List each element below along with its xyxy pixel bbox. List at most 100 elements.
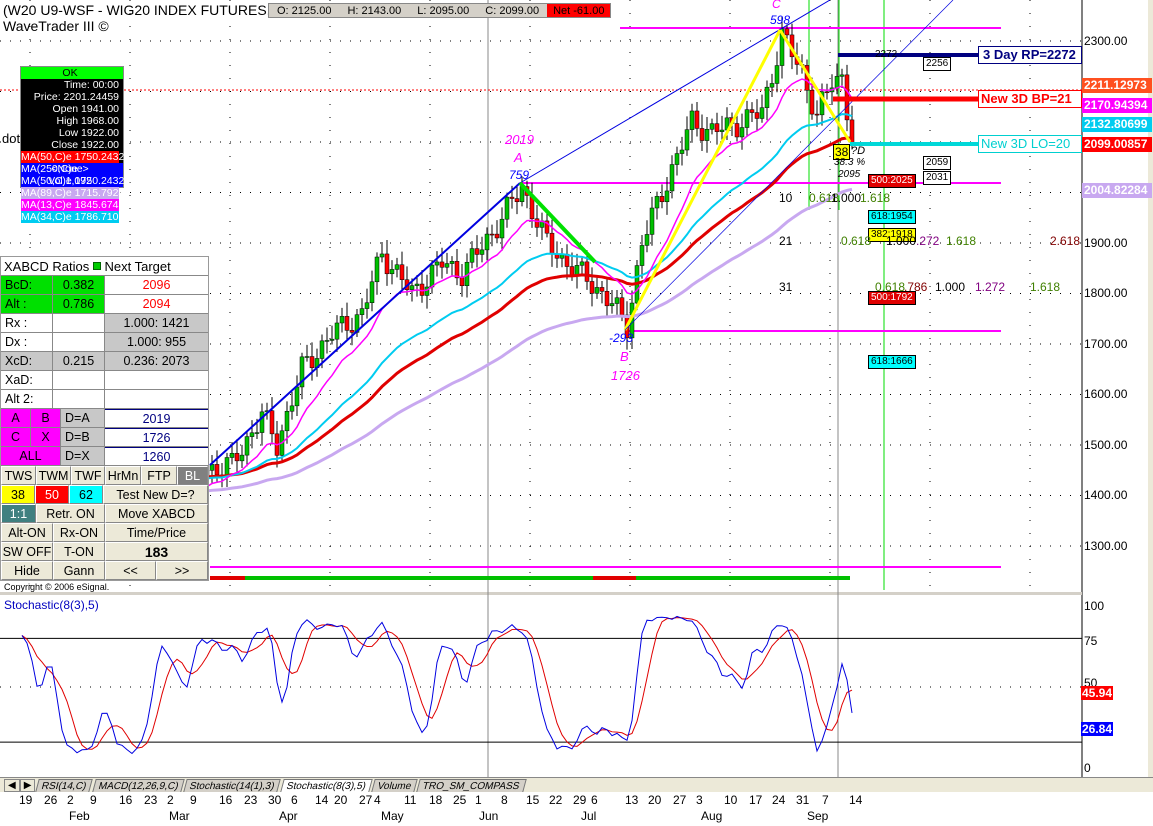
test-new-d-button[interactable]: Test New D=? — [103, 485, 208, 504]
candle — [229, 453, 235, 458]
d-percent: 38.3 % — [834, 157, 866, 168]
tab-scroll-right-icon[interactable]: ▶ — [19, 778, 36, 792]
trend-line-xa — [209, 182, 521, 466]
previous-button[interactable]: << — [105, 561, 156, 580]
candle — [594, 287, 600, 294]
stoch-k-value: 26.84 — [1081, 722, 1114, 736]
point-a-button[interactable]: A — [1, 409, 31, 427]
candle — [214, 464, 220, 476]
bp-level-label: New 3D BP=21 — [978, 90, 1082, 108]
candle — [739, 127, 745, 138]
stoch-axis-75: 75 — [1084, 634, 1098, 648]
ma89-price-tag: 2004.82284 — [1082, 183, 1152, 198]
fib-50-button[interactable]: 50 — [35, 485, 69, 504]
candle — [704, 128, 710, 141]
sw-toggle[interactable]: SW OFF — [1, 542, 53, 561]
candle — [694, 110, 700, 129]
month-label: Feb — [69, 809, 90, 823]
ftp-button[interactable]: FTP — [141, 466, 177, 485]
t-toggle[interactable]: T-ON — [53, 542, 105, 561]
one-to-one-button[interactable]: 1:1 — [1, 504, 36, 523]
point-x-button[interactable]: X — [31, 428, 61, 446]
point-b-button[interactable]: B — [31, 409, 61, 427]
move-xabcd-button[interactable]: Move XABCD — [105, 504, 208, 523]
candle — [389, 269, 395, 275]
point-row: ALL D=X 1260 — [1, 447, 208, 466]
candle — [429, 264, 435, 288]
net-change: Net -61.00 — [547, 4, 611, 17]
candle — [289, 405, 295, 412]
ma-row: MA(50,C)e 1750.24328 — [21, 151, 131, 163]
bl-button[interactable]: BL — [177, 466, 208, 485]
rx-toggle[interactable]: Rx-ON — [53, 523, 105, 542]
tab-volume[interactable]: Volume — [370, 778, 418, 792]
hide-button[interactable]: Hide — [1, 561, 53, 580]
trend-strip-red — [210, 576, 245, 580]
candle — [669, 164, 675, 192]
candle — [349, 330, 355, 333]
axis-1800: 1800.00 — [1084, 286, 1128, 300]
candle — [614, 297, 620, 304]
ratio-value — [53, 333, 105, 351]
low-value: L: 2095.00 — [417, 4, 470, 17]
point-all-button[interactable]: ALL — [1, 447, 61, 465]
tab-rsi[interactable]: RSI(14,C) — [35, 778, 94, 792]
candle — [409, 285, 415, 290]
tab-tro-compass[interactable]: TRO_SM_COMPASS — [416, 778, 527, 792]
candle — [489, 233, 495, 236]
date-tick: 16 — [119, 793, 133, 807]
ok-button[interactable]: OK — [21, 67, 123, 79]
d-equals-button[interactable]: D=B — [61, 428, 105, 446]
lo-level-label: New 3D LO=20 — [978, 135, 1082, 153]
time-row: Time: 00:00 — [63, 79, 119, 91]
date-tick: 10 — [724, 793, 738, 807]
level-2059: 2059 — [923, 156, 952, 170]
point-b-label: B — [620, 349, 629, 364]
retracement-toggle[interactable]: Retr. ON — [36, 504, 105, 523]
month-label: Jul — [581, 809, 597, 823]
axis-1900: 1900.00 — [1084, 236, 1128, 250]
ratio-value: 0.382 — [53, 276, 105, 294]
date-tick: 2 — [167, 793, 174, 807]
trend-strip-red — [593, 576, 636, 580]
date-tick: 18 — [429, 793, 443, 807]
gann-button[interactable]: Gann — [53, 561, 105, 580]
date-tick: 6 — [291, 793, 298, 807]
candle — [324, 340, 330, 342]
ratio-row: Alt :0.786 2094 — [1, 295, 208, 314]
candle — [809, 90, 815, 115]
ratio-label: XcD: — [1, 352, 53, 370]
ratio-row: XaD: — [1, 371, 208, 390]
point-value: 1260 — [105, 447, 208, 465]
candle — [674, 153, 680, 165]
twm-button[interactable]: TWM — [36, 466, 71, 485]
target-value: 1.000: 1421 — [105, 314, 208, 332]
fib-62-button[interactable]: 62 — [69, 485, 103, 504]
candle — [609, 303, 615, 307]
date-tick: 2 — [67, 793, 74, 807]
alt-toggle[interactable]: Alt-ON — [1, 523, 53, 542]
ratio-label: Alt 2: — [1, 390, 53, 408]
tab-stochastic-8[interactable]: Stochastic(8(3),5) — [280, 778, 373, 792]
tab-stochastic-14[interactable]: Stochastic(14(1),3) — [183, 778, 282, 792]
tab-macd[interactable]: MACD(12,26,9,C) — [92, 778, 186, 792]
hrmn-button[interactable]: HrMn — [105, 466, 141, 485]
candle — [244, 436, 250, 456]
candle — [479, 249, 485, 255]
twf-button[interactable]: TWF — [71, 466, 105, 485]
d-equals-button[interactable]: D=A — [61, 409, 105, 427]
candle — [534, 218, 540, 228]
point-c-button[interactable]: C — [1, 428, 31, 446]
tab-scroll-left-icon[interactable]: ◀ — [4, 778, 20, 792]
target-square-icon — [92, 262, 101, 270]
ratio-row: Rx : 1.000: 1421 — [1, 314, 208, 333]
candle — [394, 264, 400, 270]
d-equals-button[interactable]: D=X — [61, 447, 105, 465]
tws-button[interactable]: TWS — [1, 466, 36, 485]
fib-r3-0786: .786 — [904, 280, 928, 294]
candle — [444, 263, 450, 268]
date-tick: 9 — [190, 793, 197, 807]
fib-38-button[interactable]: 38 — [1, 485, 35, 504]
time-price-button[interactable]: Time/Price — [105, 523, 208, 542]
next-button[interactable]: >> — [156, 561, 208, 580]
